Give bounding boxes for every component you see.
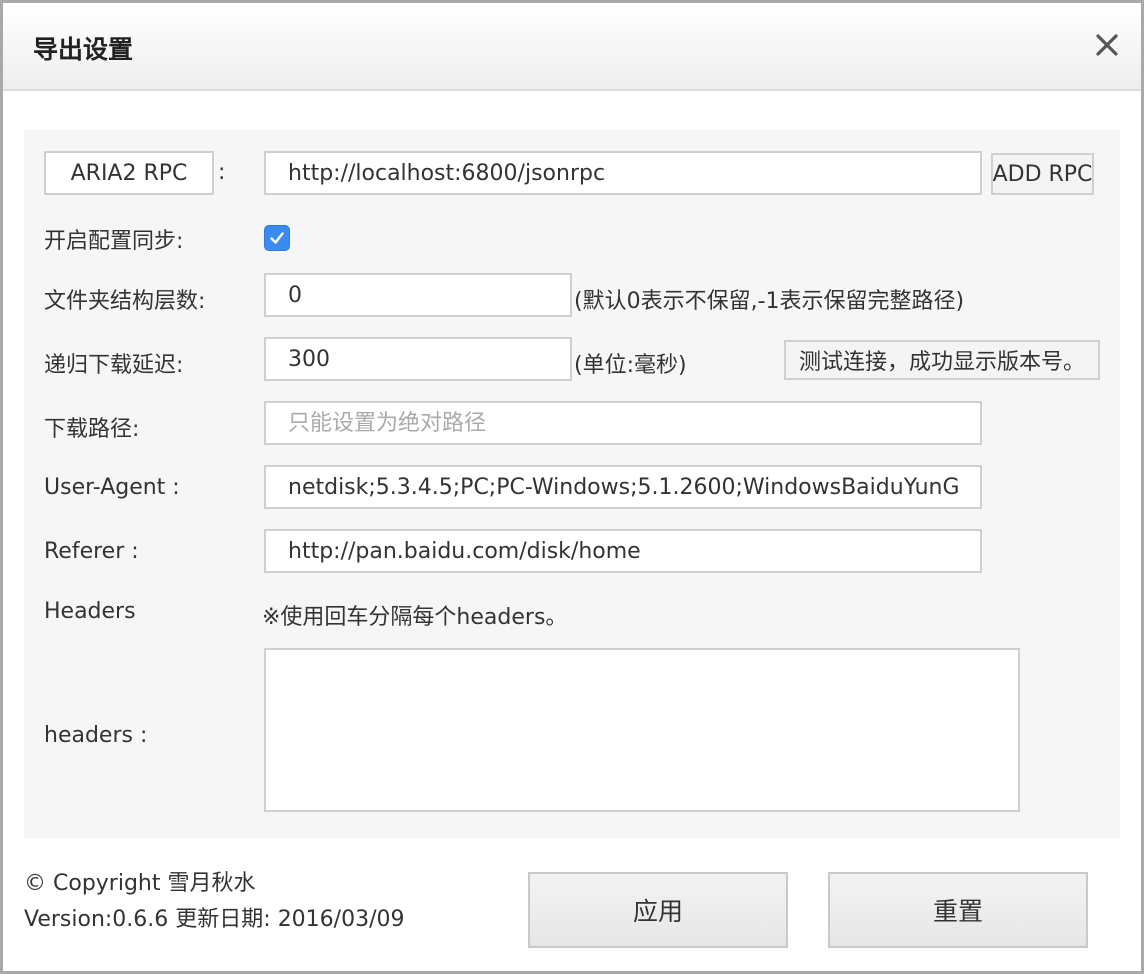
folder-depth-input[interactable] — [264, 273, 572, 317]
delay-label: 递归下载延迟: — [44, 353, 184, 378]
headers-label: headers : — [44, 723, 148, 748]
rpc-url-input[interactable] — [264, 151, 982, 195]
headers-section-label: Headers — [44, 599, 136, 624]
dialog-title: 导出设置 — [33, 35, 134, 64]
close-icon — [1096, 34, 1118, 56]
user-agent-label: User-Agent : — [44, 475, 180, 500]
sync-checkbox[interactable] — [264, 225, 290, 251]
delay-unit-note: (单位:毫秒) — [574, 353, 687, 378]
delay-input[interactable] — [264, 337, 572, 381]
folder-depth-note: (默认0表示不保留,-1表示保留完整路径) — [574, 289, 965, 314]
sync-label: 开启配置同步: — [44, 229, 184, 254]
close-button[interactable] — [1087, 25, 1127, 65]
referer-input[interactable] — [264, 529, 982, 573]
rpc-name-button[interactable]: ARIA2 RPC — [44, 151, 214, 195]
download-path-label: 下载路径: — [44, 417, 140, 442]
reset-button[interactable]: 重置 — [828, 872, 1088, 948]
add-rpc-button[interactable]: ADD RPC — [991, 153, 1094, 195]
export-settings-dialog: 导出设置 ARIA2 RPC : ADD RPC 开启配置同步: 文件夹结构层数… — [0, 0, 1144, 974]
checkmark-icon — [270, 232, 284, 244]
copyright-text: © Copyright 雪月秋水 — [24, 871, 256, 896]
headers-hint: ※使用回车分隔每个headers。 — [262, 605, 568, 630]
apply-button[interactable]: 应用 — [528, 872, 788, 948]
dialog-titlebar: 导出设置 — [3, 3, 1141, 91]
referer-label: Referer : — [44, 539, 139, 564]
user-agent-input[interactable] — [264, 465, 982, 509]
test-connection-button[interactable]: 测试连接，成功显示版本号。 — [784, 340, 1100, 380]
download-path-input[interactable] — [264, 401, 982, 445]
folder-depth-label: 文件夹结构层数: — [44, 289, 206, 314]
version-text: Version:0.6.6 更新日期: 2016/03/09 — [24, 907, 405, 932]
headers-textarea[interactable] — [264, 648, 1020, 812]
rpc-colon: : — [218, 160, 226, 185]
settings-panel: ARIA2 RPC : ADD RPC 开启配置同步: 文件夹结构层数: (默认… — [24, 130, 1120, 838]
